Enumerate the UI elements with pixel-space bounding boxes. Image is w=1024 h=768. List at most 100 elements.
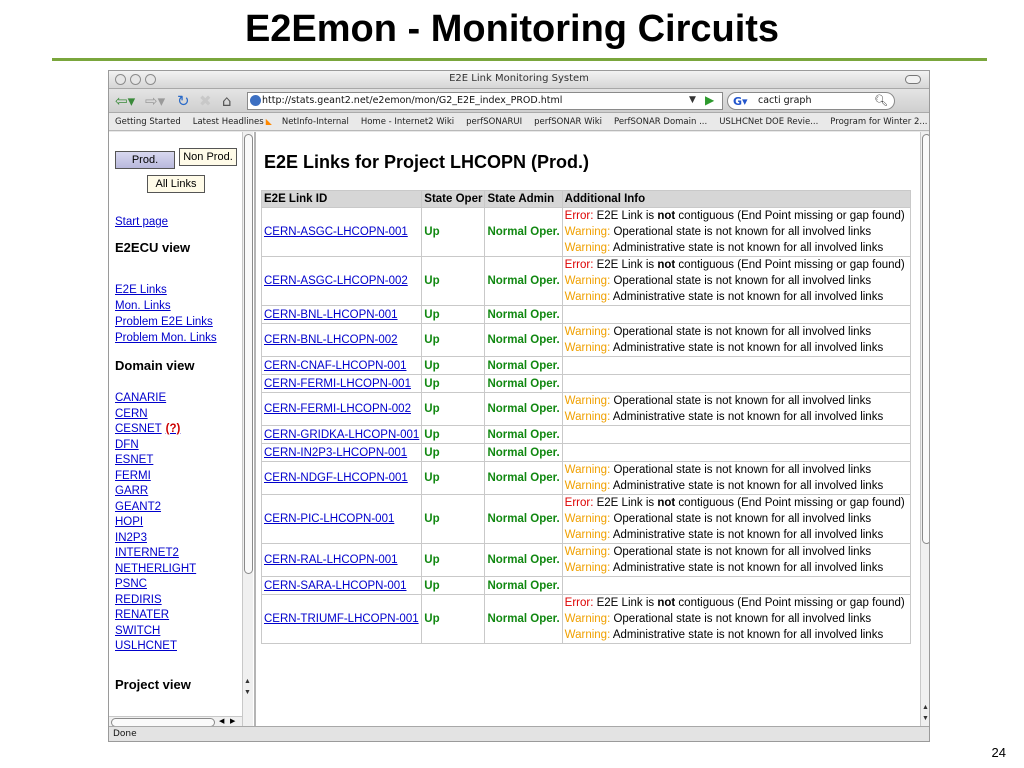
bookmark-item[interactable]: perfSONARUI: [466, 117, 522, 127]
link-id-link[interactable]: CERN-ASGC-LHCOPN-001: [264, 226, 408, 238]
link-id-link[interactable]: CERN-ASGC-LHCOPN-002: [264, 275, 408, 287]
e2e-links-link[interactable]: E2E Links: [115, 284, 167, 296]
domain-link-switch[interactable]: SWITCH: [115, 625, 160, 637]
link-id-link[interactable]: CERN-IN2P3-LHCOPN-001: [264, 447, 407, 459]
state-oper-cell: Up: [421, 356, 486, 375]
warning-message: Warning: Administrative state is not kno…: [565, 409, 908, 425]
domain-link-canarie[interactable]: CANARIE: [115, 392, 166, 404]
column-header-additional-info: Additional Info: [561, 190, 912, 208]
domain-link-esnet[interactable]: ESNET: [115, 454, 153, 466]
back-arrow-icon[interactable]: ⇦▾: [115, 92, 135, 110]
search-input[interactable]: G▾ cacti graph 🔍︎: [727, 92, 895, 110]
domain-link-garr[interactable]: GARR: [115, 485, 148, 497]
link-id-link[interactable]: CERN-BNL-LHCOPN-002: [264, 334, 398, 346]
bookmark-item[interactable]: USLHCNet DOE Revie...: [719, 117, 818, 127]
link-id-link[interactable]: CERN-TRIUMF-LHCOPN-001: [264, 613, 419, 625]
domain-link-hopi[interactable]: HOPI: [115, 516, 143, 528]
all-links-button[interactable]: All Links: [147, 175, 205, 193]
domain-link-in2p3[interactable]: IN2P3: [115, 532, 147, 544]
main-scroll-thumb[interactable]: [922, 134, 929, 544]
domain-link-cesnet[interactable]: CESNET (?): [115, 423, 180, 435]
left-scroll-thumb[interactable]: [244, 134, 253, 574]
bookmark-item[interactable]: NetInfo-Internal: [282, 117, 349, 127]
table-row: CERN-SARA-LHCOPN-001 Up Normal Oper.: [260, 576, 912, 595]
domain-link-dfn[interactable]: DFN: [115, 439, 139, 451]
domain-link-fermi[interactable]: FERMI: [115, 470, 151, 482]
main-frame-scrollbar[interactable]: ▲ ▼: [920, 132, 929, 728]
domain-link-label: CESNET: [115, 423, 162, 435]
warning-message: Warning: Administrative state is not kno…: [565, 340, 908, 356]
domain-link-uslhcnet[interactable]: USLHCNET: [115, 640, 177, 652]
mon-links-link[interactable]: Mon. Links: [115, 300, 171, 312]
main-scroll-up-icon[interactable]: ▲: [922, 704, 929, 711]
link-id-link[interactable]: CERN-NDGF-LHCOPN-001: [264, 472, 408, 484]
bookmark-item[interactable]: PerfSONAR Domain ...: [614, 117, 707, 127]
home-icon[interactable]: ⌂: [222, 92, 232, 110]
domain-link-label: HOPI: [115, 516, 144, 528]
slide-title: E2Emon - Monitoring Circuits: [244, 8, 780, 50]
bookmark-item[interactable]: Getting Started: [115, 117, 181, 127]
problem-mon-links-link[interactable]: Problem Mon. Links: [115, 332, 217, 344]
error-text: contiguous (End Point missing or gap fou…: [675, 597, 905, 609]
url-input[interactable]: http://stats.geant2.net/e2emon/mon/G2_E2…: [247, 92, 723, 110]
link-id-link[interactable]: CERN-CNAF-LHCOPN-001: [264, 360, 407, 372]
error-label: Error:: [564, 259, 594, 271]
bookmark-item[interactable]: Latest Headlines: [193, 117, 264, 127]
start-page-link[interactable]: Start page: [115, 216, 168, 228]
table-row: CERN-IN2P3-LHCOPN-001 Up Normal Oper.: [260, 443, 912, 462]
link-id-link[interactable]: CERN-RAL-LHCOPN-001: [264, 554, 398, 566]
bookmark-item[interactable]: Home - Internet2 Wiki: [361, 117, 454, 127]
prod-button[interactable]: Prod.: [115, 151, 175, 169]
warning-message: Warning: Operational state is not known …: [565, 462, 908, 478]
problem-e2e-links-link[interactable]: Problem E2E Links: [115, 316, 213, 328]
scroll-down-icon[interactable]: ▼: [244, 689, 251, 696]
nonprod-button[interactable]: Non Prod.: [179, 148, 237, 166]
left-frame-scrollbar[interactable]: ▲ ▼: [242, 132, 253, 728]
link-id-link[interactable]: CERN-GRIDKA-LHCOPN-001: [264, 429, 419, 441]
url-dropdown-icon[interactable]: ▼: [689, 95, 696, 105]
bookmark-item[interactable]: Program for Winter 2...: [830, 117, 927, 127]
link-id-link[interactable]: CERN-FERMI-LHCOPN-002: [264, 403, 411, 415]
table-row: CERN-NDGF-LHCOPN-001 Up Normal Oper. Warnin…: [260, 461, 912, 495]
domain-link-cern[interactable]: CERN: [115, 408, 148, 420]
domain-link-netherlight[interactable]: NETHERLIGHT: [115, 563, 196, 575]
warning-text: Operational state is not known for all i…: [610, 226, 872, 238]
link-id-link[interactable]: CERN-FERMI-LHCOPN-001: [264, 378, 411, 390]
window-titlebar: E2E Link Monitoring System: [109, 71, 929, 89]
domain-link-renater[interactable]: RENATER: [115, 609, 169, 621]
search-icon[interactable]: 🔍︎: [874, 93, 888, 109]
scroll-up-icon[interactable]: ▲: [244, 678, 251, 685]
bookmark-item[interactable]: perfSONAR Wiki: [534, 117, 602, 127]
warning-text: Administrative state is not known for al…: [610, 411, 884, 423]
state-oper-cell: Up: [421, 305, 486, 324]
forward-arrow-icon[interactable]: ⇨▾: [145, 92, 165, 110]
scroll-right-icon[interactable]: ▶: [230, 717, 235, 725]
link-id-link[interactable]: CERN-BNL-LHCOPN-001: [264, 309, 398, 321]
domain-link-psnc[interactable]: PSNC: [115, 578, 147, 590]
state-admin-cell: Normal Oper.: [484, 425, 563, 444]
toolbar-toggle-button[interactable]: [905, 75, 921, 84]
domain-link-geant2[interactable]: GEANT2: [115, 501, 161, 513]
reload-icon[interactable]: ↻: [177, 92, 190, 110]
error-emphasis: not: [657, 210, 676, 222]
domain-link-rediris[interactable]: REDIRIS: [115, 594, 162, 606]
domain-link-label: GEANT2: [115, 500, 162, 513]
link-id-cell: CERN-ASGC-LHCOPN-002: [260, 256, 423, 306]
stop-icon[interactable]: ✖: [199, 92, 212, 110]
table-row: CERN-FERMI-LHCOPN-002 Up Normal Oper. Warni…: [260, 392, 912, 426]
link-id-link[interactable]: CERN-SARA-LHCOPN-001: [264, 580, 407, 592]
state-admin-cell: Normal Oper.: [484, 207, 563, 257]
main-scroll-down-icon[interactable]: ▼: [922, 715, 929, 722]
additional-info-cell: [561, 305, 912, 324]
scroll-left-icon[interactable]: ◀: [219, 717, 224, 725]
state-admin-cell: Normal Oper.: [484, 392, 563, 426]
link-id-cell: CERN-GRIDKA-LHCOPN-001: [260, 425, 423, 444]
google-icon[interactable]: G▾: [733, 94, 748, 110]
domain-link-internet2[interactable]: INTERNET2: [115, 547, 179, 559]
link-id-cell: CERN-BNL-LHCOPN-001: [260, 305, 423, 324]
link-id-link[interactable]: CERN-PIC-LHCOPN-001: [264, 513, 394, 525]
additional-info-cell: Warning: Operational state is not known …: [561, 323, 912, 357]
link-id-cell: CERN-RAL-LHCOPN-001: [260, 543, 423, 577]
go-icon[interactable]: ▶: [705, 93, 714, 107]
state-oper-cell: Up: [421, 576, 486, 595]
